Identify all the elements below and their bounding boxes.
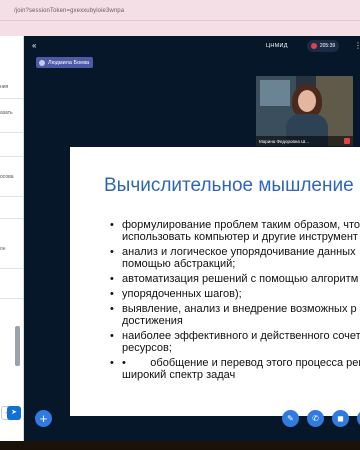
microphone-off-icon[interactable]: ✎ [282, 410, 299, 427]
chat-message-fragment: осова [0, 174, 14, 180]
webcam-name-bar: Марина Федоровна Ш... [256, 136, 353, 146]
chat-divider [0, 218, 23, 219]
phone-icon[interactable]: ✆ [307, 410, 324, 427]
meeting-area: « Людмила Боева ЦНМИД 205:39 ⋮ Марина Фе… [24, 36, 360, 441]
webcam-window-glare [260, 80, 290, 106]
presenter-badge: Людмила Боева [36, 57, 94, 68]
webcam-person-face [298, 90, 316, 112]
actions-plus-icon[interactable]: + [35, 410, 52, 427]
window-bottom-frame [0, 441, 360, 450]
chat-divider [0, 132, 23, 133]
presentation-slide: Вычислительное мышление формулирование п… [70, 147, 360, 416]
chat-sidebar: ния азать осова он + ➤ [0, 36, 24, 441]
chat-divider [0, 98, 23, 99]
more-vertical-icon[interactable]: ⋮ [354, 41, 360, 50]
browser-address-bar: /join?sessionToken=gxexxubyloie3wnpa [0, 0, 360, 36]
chat-divider [0, 196, 23, 197]
chevron-collapse-icon[interactable]: « [32, 41, 36, 50]
address-url[interactable]: /join?sessionToken=gxexxubyloie3wnpa [14, 4, 124, 18]
slide-bullet-list: формулирование проблем таким образом, чт… [110, 219, 360, 384]
chat-message-fragment: он [0, 246, 6, 252]
record-icon [310, 43, 317, 49]
slide-bullet: выявление, анализ и внедрение возможных … [110, 303, 360, 327]
camera-icon[interactable]: ◼ [332, 410, 349, 427]
send-icon[interactable]: ➤ [7, 406, 21, 420]
webcam-tile[interactable]: Марина Федоровна Ш... [256, 76, 353, 146]
slide-bullet: формулирование проблем таким образом, чт… [110, 219, 360, 243]
chat-message-fragment: ния [0, 84, 9, 90]
slide-title: Вычислительное мышление [104, 175, 354, 196]
recording-time: 205:39 [319, 43, 336, 49]
slide-bullet: наиболее эффективного и действенного соч… [110, 330, 360, 354]
room-title: ЦНМИД [266, 43, 288, 49]
presenter-name: Людмила Боева [48, 59, 90, 66]
chat-divider [0, 298, 23, 299]
recording-indicator[interactable]: 205:39 [307, 40, 339, 52]
slide-bullet: упорядоченных шагов); [110, 288, 360, 300]
address-bar-divider [0, 20, 360, 21]
chat-divider [0, 156, 23, 157]
webcam-participant-name: Марина Федоровна Ш... [259, 138, 310, 144]
slide-bullet: автоматизация решений с помощью алгоритм [110, 273, 360, 285]
slide-bullet: • обобщение и перевод этого процесса реш… [110, 357, 360, 381]
chat-scrollbar[interactable] [15, 326, 20, 366]
microphone-off-icon [344, 138, 350, 144]
presenter-avatar-icon [39, 59, 45, 66]
chat-message-fragment: азать [0, 110, 13, 116]
slide-bullet: анализ и логическое упорядочивание данны… [110, 246, 360, 270]
chat-divider [0, 268, 23, 269]
